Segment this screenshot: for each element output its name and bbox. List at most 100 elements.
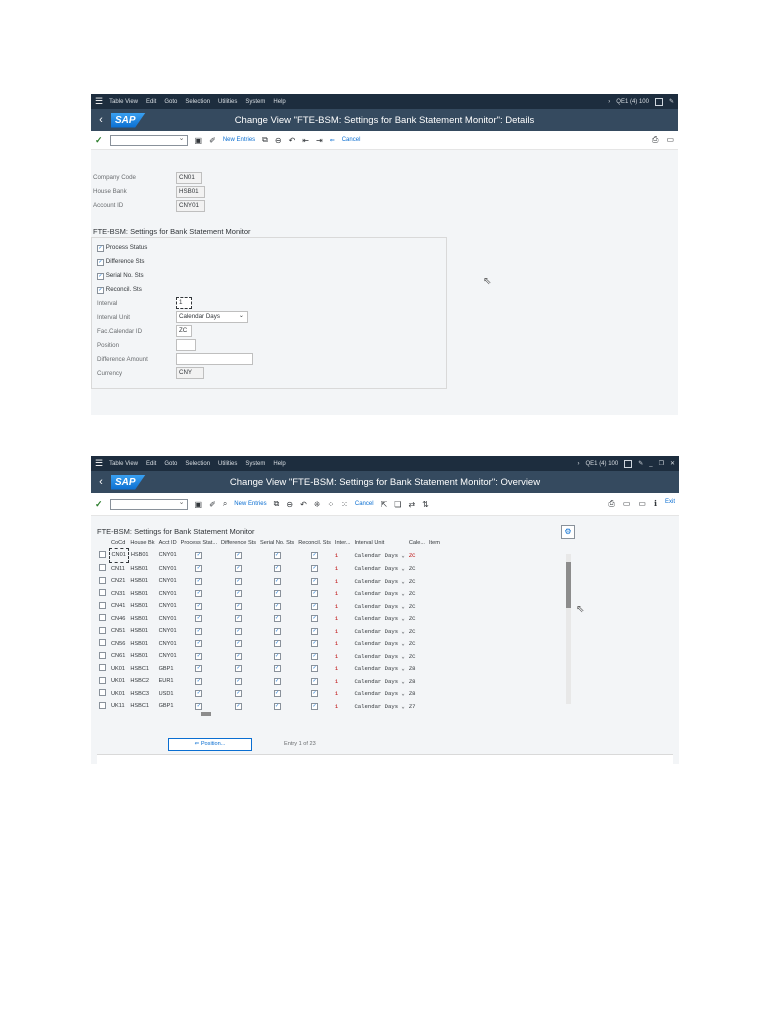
cell-difference-sts[interactable]: ✓ [219,650,258,663]
cell-acct-id[interactable]: CNY01 [157,638,179,651]
cell-calendar[interactable]: ZC [407,549,427,563]
menu-system[interactable]: System [245,99,265,105]
cell-calendar[interactable]: ZC [407,613,427,626]
cell-interval-unit[interactable]: Calendar Days ⌄ [352,562,406,575]
cell-item[interactable] [427,688,442,701]
cell-house-bk[interactable]: HSB01 [128,549,156,563]
chevron-down-icon[interactable]: ⌄ [398,603,404,610]
table-row[interactable]: CN61 HSB01 CNY01 ✓ ✓ ✓ ✓ 1 Calendar Days ⌄ ZC [97,650,442,663]
cell-calendar[interactable]: ZC [407,625,427,638]
cell-process-status-checkbox[interactable]: ✓ [195,665,203,673]
cell-process-status[interactable]: ✓ [179,700,219,713]
cell-house-bk[interactable]: HSBC2 [128,675,156,688]
menu-help[interactable]: Help [273,461,285,467]
house-bank-field[interactable]: HSB01 [176,186,205,198]
cell-serial-no-sts-checkbox[interactable]: ✓ [273,590,281,598]
cell-house-bk[interactable]: HSB01 [128,600,156,613]
menu-table-view[interactable]: Table View [109,99,138,105]
cell-reconcil-sts-checkbox[interactable]: ✓ [311,577,319,585]
table-row[interactable]: UK01 HSBC1 GBP1 ✓ ✓ ✓ ✓ 1 Calendar Days ⌄ Z8 [97,663,442,676]
cell-serial-no-sts[interactable]: ✓ [258,575,296,588]
cell-serial-no-sts[interactable]: ✓ [258,625,296,638]
cell-cocd[interactable]: CN51 [109,625,128,638]
select-block-icon[interactable]: ⁘ [327,500,334,509]
command-field[interactable]: ⌄ [109,134,188,146]
table-row[interactable]: CN46 HSB01 CNY01 ✓ ✓ ✓ ✓ 1 Calendar Days ⌄ ZC [97,613,442,626]
column-header-reconcil-sts[interactable]: Reconcil. Sts [296,538,333,549]
cell-difference-sts[interactable]: ✓ [219,625,258,638]
cancel-button[interactable]: Cancel [355,501,374,507]
chevron-down-icon[interactable]: ⌄ [179,134,185,142]
row-select-checkbox-box[interactable] [99,550,106,558]
cancel-button[interactable]: Cancel [342,137,361,143]
cell-serial-no-sts-checkbox[interactable]: ✓ [273,665,281,673]
cell-interval-unit[interactable]: Calendar Days ⌄ [352,588,406,601]
new-entries-button[interactable]: New Entries [234,501,266,507]
cell-process-status-checkbox[interactable]: ✓ [195,690,203,698]
cell-process-status-checkbox[interactable]: ✓ [195,677,203,685]
cell-serial-no-sts-checkbox[interactable]: ✓ [273,640,281,648]
chevron-right-icon[interactable]: › [578,461,580,467]
cell-acct-id[interactable]: CNY01 [157,625,179,638]
layout-menu-icon[interactable] [654,97,663,106]
save-icon[interactable]: ▣ [195,500,203,509]
company-code-field[interactable]: CN01 [176,172,202,184]
cell-process-status-checkbox[interactable]: ✓ [195,590,203,598]
cell-serial-no-sts[interactable]: ✓ [258,613,296,626]
cell-cocd[interactable]: CN11 [109,562,128,575]
cell-reconcil-sts[interactable]: ✓ [296,613,333,626]
row-select-checkbox-box[interactable] [99,564,106,571]
vertical-scrollbar[interactable] [566,554,571,704]
row-select-checkbox[interactable] [97,549,109,563]
cell-interval-unit[interactable]: Calendar Days ⌄ [352,700,406,713]
cell-reconcil-sts[interactable]: ✓ [296,663,333,676]
chevron-down-icon[interactable]: ⌄ [398,678,404,685]
cell-item[interactable] [427,562,442,575]
chevron-down-icon[interactable]: ⌄ [398,640,404,647]
cell-serial-no-sts-checkbox[interactable]: ✓ [273,627,281,635]
cell-serial-no-sts[interactable]: ✓ [258,588,296,601]
cell-house-bk[interactable]: HSB01 [128,575,156,588]
row-select-checkbox[interactable] [97,663,109,676]
cell-item[interactable] [427,675,442,688]
cell-difference-sts-checkbox[interactable]: ✓ [235,690,243,698]
cell-item[interactable] [427,638,442,651]
cell-interval[interactable]: 1 [333,588,353,601]
cell-cocd[interactable]: UK01 [109,663,128,676]
serial-no-sts-checkbox[interactable]: ✓ [97,273,104,280]
menu-hamburger-icon[interactable]: ☰ [95,96,103,107]
cell-reconcil-sts[interactable]: ✓ [296,575,333,588]
row-select-checkbox-box[interactable] [99,689,106,697]
menu-edit[interactable]: Edit [146,99,156,105]
help-icon[interactable]: ℹ [654,499,657,509]
cell-interval[interactable]: 1 [333,700,353,713]
document-icon[interactable]: ❏ [394,500,401,509]
cell-interval-unit[interactable]: Calendar Days ⌄ [352,625,406,638]
cell-serial-no-sts-checkbox[interactable]: ✓ [273,565,281,572]
cell-reconcil-sts-checkbox[interactable]: ✓ [311,652,319,660]
chevron-down-icon[interactable]: ⌄ [398,552,404,559]
delete-icon[interactable]: ⊖ [275,136,282,145]
table-row[interactable]: CN51 HSB01 CNY01 ✓ ✓ ✓ ✓ 1 Calendar Days ⌄ ZC [97,625,442,638]
cell-difference-sts-checkbox[interactable]: ✓ [235,551,243,559]
cell-difference-sts[interactable]: ✓ [219,700,258,713]
cell-interval-unit[interactable]: Calendar Days ⌄ [352,613,406,626]
cell-difference-sts-checkbox[interactable]: ✓ [235,565,243,572]
column-header-difference-sts[interactable]: Difference Sts [219,538,258,549]
window-icon[interactable]: ▭ [666,135,674,145]
cell-serial-no-sts[interactable]: ✓ [258,549,296,563]
cell-item[interactable] [427,625,442,638]
cell-difference-sts-checkbox[interactable]: ✓ [235,602,243,610]
cell-serial-no-sts-checkbox[interactable]: ✓ [273,602,281,610]
cell-house-bk[interactable]: HSBC1 [128,663,156,676]
cell-house-bk[interactable]: HSB01 [128,588,156,601]
cell-process-status[interactable]: ✓ [179,600,219,613]
cell-process-status[interactable]: ✓ [179,688,219,701]
cell-acct-id[interactable]: GBP1 [157,663,179,676]
difference-sts-checkbox[interactable]: ✓ [97,259,104,266]
enter-check-icon[interactable]: ✓ [95,499,103,510]
cell-cocd[interactable]: UK01 [109,688,128,701]
cell-reconcil-sts[interactable]: ✓ [296,562,333,575]
cell-calendar[interactable]: Z7 [407,700,427,713]
copy-icon[interactable]: ⧉ [274,499,280,509]
